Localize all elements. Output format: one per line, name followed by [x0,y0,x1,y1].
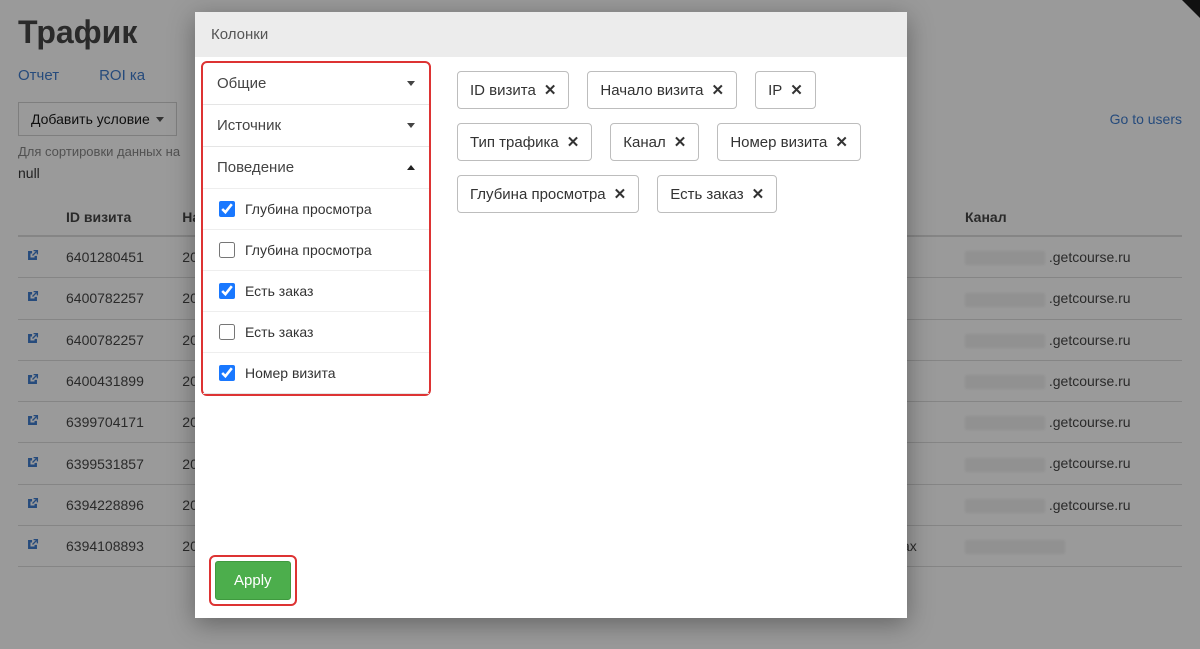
check-item[interactable]: Номер визита [203,352,429,393]
chevron-down-icon [407,81,415,86]
columns-modal: Колонки ОбщиеИсточникПоведение Глубина пр… [195,12,907,618]
chip-label: Канал [623,134,665,151]
checkbox[interactable] [219,201,235,217]
modal-title: Колонки [195,12,907,57]
column-chip[interactable]: Тип трафика ✕ [457,123,592,161]
close-icon[interactable]: ✕ [614,185,627,203]
check-label: Глубина просмотра [245,201,372,217]
chip-label: Начало визита [600,82,703,99]
column-groups: ОбщиеИсточникПоведение Глубина просмотра Г… [201,61,431,396]
column-chip[interactable]: Глубина просмотра ✕ [457,175,639,213]
checkbox[interactable] [219,365,235,381]
check-item[interactable]: Есть заказ [203,311,429,352]
chip-label: IP [768,82,782,99]
apply-button[interactable]: Apply [215,561,291,600]
accordion-0[interactable]: Общие [203,63,429,104]
corner-decoration [1182,0,1200,18]
check-label: Номер визита [245,365,336,381]
check-item[interactable]: Есть заказ [203,270,429,311]
chip-label: Глубина просмотра [470,186,606,203]
check-label: Глубина просмотра [245,242,372,258]
chip-label: ID визита [470,82,536,99]
close-icon[interactable]: ✕ [674,133,687,151]
column-chip[interactable]: IP ✕ [755,71,816,109]
chevron-up-icon [407,165,415,170]
accordion-1[interactable]: Источник [203,105,429,146]
chip-label: Тип трафика [470,134,559,151]
accordion-2[interactable]: Поведение [203,147,429,188]
check-item[interactable]: Глубина просмотра [203,188,429,229]
checkbox[interactable] [219,242,235,258]
column-chip[interactable]: Есть заказ ✕ [657,175,777,213]
check-label: Есть заказ [245,283,313,299]
checkbox[interactable] [219,283,235,299]
close-icon[interactable]: ✕ [835,133,848,151]
column-chip[interactable]: Канал ✕ [610,123,699,161]
close-icon[interactable]: ✕ [544,81,557,99]
column-chip[interactable]: Начало визита ✕ [587,71,737,109]
close-icon[interactable]: ✕ [712,81,725,99]
close-icon[interactable]: ✕ [567,133,580,151]
check-item[interactable]: Глубина просмотра [203,229,429,270]
check-label: Есть заказ [245,324,313,340]
selected-columns: ID визита✕Начало визита✕IP✕Тип трафика✕К… [457,71,897,213]
checkbox[interactable] [219,324,235,340]
close-icon[interactable]: ✕ [752,185,765,203]
chevron-down-icon [407,123,415,128]
column-chip[interactable]: Номер визита ✕ [717,123,861,161]
chip-label: Есть заказ [670,186,743,203]
close-icon[interactable]: ✕ [790,81,803,99]
column-chip[interactable]: ID визита ✕ [457,71,569,109]
chip-label: Номер визита [730,134,827,151]
